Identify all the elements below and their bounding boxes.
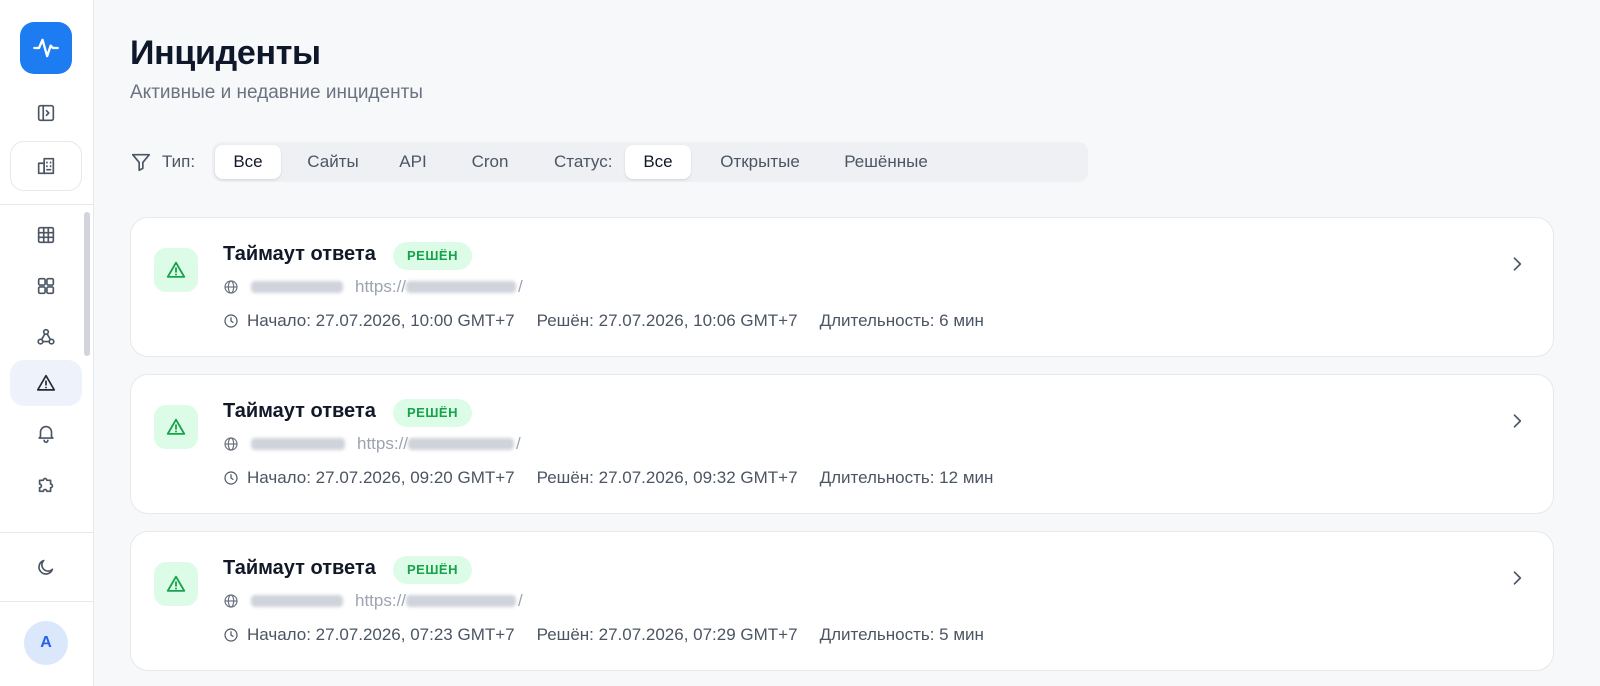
- clock-icon: [223, 313, 239, 329]
- warning-icon: [36, 374, 56, 391]
- status-badge: РЕШЁН: [393, 399, 472, 427]
- sidebar-item-notifications[interactable]: [10, 410, 82, 456]
- status-filter-open[interactable]: Открытые: [698, 145, 822, 179]
- incident-url-prefix: https://: [357, 434, 409, 453]
- chevron-right-icon: [1507, 254, 1527, 274]
- sidebar-divider: [0, 204, 94, 205]
- sidebar-item-webhooks[interactable]: [10, 314, 82, 360]
- sidebar-toggle-button[interactable]: [10, 90, 82, 136]
- incident-title: Таймаут ответа: [223, 400, 376, 422]
- building-icon: [37, 157, 55, 175]
- incident-title: Таймаут ответа: [223, 557, 376, 579]
- sidebar-divider: [0, 532, 94, 533]
- sidebar-item-organization[interactable]: [10, 141, 82, 191]
- main-content: Инциденты Активные и недавние инциденты …: [130, 0, 1554, 686]
- status-filter-all[interactable]: Все: [625, 145, 691, 179]
- warning-icon: [166, 575, 186, 592]
- incident-card[interactable]: Таймаут ответа РЕШЁН https:// / Начало: …: [130, 217, 1554, 357]
- globe-icon: [223, 436, 239, 452]
- incident-start: Начало: 27.07.2026, 10:00 GMT+7: [247, 311, 515, 330]
- incident-status-icon: [154, 405, 198, 449]
- incident-meta: Начало: 27.07.2026, 09:20 GMT+7 Решён: 2…: [223, 467, 993, 489]
- status-filter-group: Все Открытые Решённые: [622, 142, 1088, 182]
- incident-url-suffix: /: [516, 434, 521, 453]
- incident-resolved: Решён: 27.07.2026, 09:32 GMT+7: [536, 468, 798, 487]
- globe-icon: [223, 593, 239, 609]
- panel-toggle-icon: [37, 104, 55, 122]
- filters-bar: Тип: Все Сайты API Cron Статус: Все Откр…: [130, 142, 1130, 182]
- incident-duration: Длительность: 12 мин: [819, 468, 994, 487]
- moon-icon: [38, 559, 54, 575]
- incident-meta: Начало: 27.07.2026, 07:23 GMT+7 Решён: 2…: [223, 624, 984, 646]
- clock-icon: [223, 470, 239, 486]
- redacted-domain: [251, 438, 345, 450]
- incident-card[interactable]: Таймаут ответа РЕШЁН https:// / Начало: …: [130, 374, 1554, 514]
- status-badge: РЕШЁН: [393, 556, 472, 584]
- type-filter-api[interactable]: API: [380, 145, 446, 179]
- redacted-url: [408, 438, 515, 450]
- type-filter-all[interactable]: Все: [215, 145, 281, 179]
- incident-duration: Длительность: 5 мин: [819, 625, 984, 644]
- globe-icon: [223, 279, 239, 295]
- incident-resolved: Решён: 27.07.2026, 10:06 GMT+7: [536, 311, 798, 330]
- sidebar-scrollbar[interactable]: [84, 212, 90, 356]
- puzzle-icon: [38, 477, 54, 493]
- redacted-url: [406, 281, 517, 293]
- incident-card[interactable]: Таймаут ответа РЕШЁН https:// / Начало: …: [130, 531, 1554, 671]
- clock-icon: [223, 627, 239, 643]
- incident-status-icon: [154, 248, 198, 292]
- sidebar-item-integrations[interactable]: [10, 461, 82, 507]
- redacted-domain: [251, 281, 343, 293]
- sidebar-item-dashboard[interactable]: [10, 263, 82, 309]
- incident-url-prefix: https://: [355, 277, 407, 296]
- sidebar-item-incidents[interactable]: [10, 360, 82, 406]
- redacted-domain: [251, 595, 343, 607]
- status-filter-resolved[interactable]: Решённые: [826, 145, 946, 179]
- webhook-icon: [37, 328, 55, 345]
- incident-duration: Длительность: 6 мин: [819, 311, 984, 330]
- theme-toggle-button[interactable]: [10, 544, 82, 590]
- avatar[interactable]: A: [24, 621, 68, 665]
- incident-start: Начало: 27.07.2026, 09:20 GMT+7: [247, 468, 515, 487]
- redacted-url: [406, 595, 517, 607]
- incident-title: Таймаут ответа: [223, 243, 376, 265]
- incident-url-prefix: https://: [355, 591, 407, 610]
- type-filter-sites[interactable]: Сайты: [288, 145, 378, 179]
- filter-icon: [130, 151, 152, 173]
- page-subtitle: Активные и недавние инциденты: [130, 82, 423, 103]
- chevron-right-icon: [1507, 568, 1527, 588]
- bell-icon: [38, 425, 54, 443]
- type-filter-label: Тип:: [162, 152, 196, 171]
- incident-url-row: https:// /: [223, 276, 523, 298]
- status-badge: РЕШЁН: [393, 242, 472, 270]
- incident-status-icon: [154, 562, 198, 606]
- chevron-right-icon: [1507, 411, 1527, 431]
- status-filter-label: Статус:: [554, 152, 613, 171]
- incident-url-suffix: /: [518, 591, 523, 610]
- grid-icon: [37, 226, 55, 244]
- warning-icon: [166, 261, 186, 278]
- incident-meta: Начало: 27.07.2026, 10:00 GMT+7 Решён: 2…: [223, 310, 984, 332]
- warning-icon: [166, 418, 186, 435]
- sidebar-divider: [0, 601, 94, 602]
- app-logo[interactable]: [20, 22, 72, 74]
- sidebar-item-table[interactable]: [10, 212, 82, 258]
- activity-icon: [33, 38, 59, 58]
- type-filter-cron[interactable]: Cron: [450, 145, 530, 179]
- incident-url-suffix: /: [518, 277, 523, 296]
- sidebar: A: [0, 0, 94, 686]
- page-title: Инциденты: [130, 34, 321, 72]
- incident-url-row: https:// /: [223, 590, 523, 612]
- incident-start: Начало: 27.07.2026, 07:23 GMT+7: [247, 625, 515, 644]
- incident-url-row: https:// /: [223, 433, 521, 455]
- dashboard-icon: [37, 277, 55, 295]
- incident-resolved: Решён: 27.07.2026, 07:29 GMT+7: [536, 625, 798, 644]
